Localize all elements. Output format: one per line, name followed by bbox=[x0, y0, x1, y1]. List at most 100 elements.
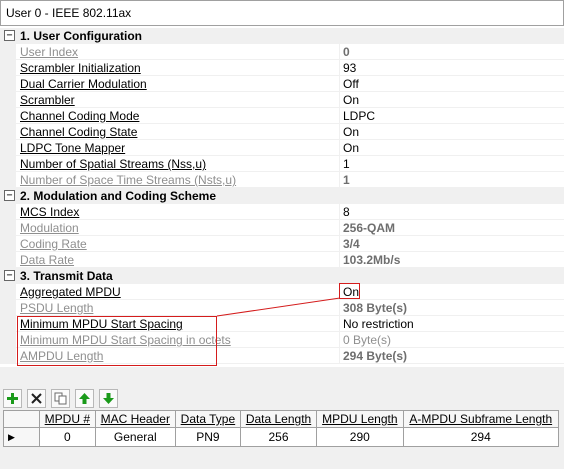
row-gutter bbox=[0, 44, 16, 60]
property-row[interactable]: Modulation 256-QAM bbox=[0, 220, 564, 236]
property-row[interactable]: Number of Space Time Streams (Nsts,u) 1 bbox=[0, 172, 564, 188]
cell-mpdu-number[interactable]: 0 bbox=[39, 427, 96, 447]
column-divider bbox=[339, 316, 340, 332]
property-row[interactable]: Channel Coding Mode LDPC bbox=[0, 108, 564, 124]
row-selector-arrow-icon[interactable]: ▶ bbox=[3, 427, 40, 447]
window-title-bar: User 0 - IEEE 802.11ax bbox=[0, 0, 564, 26]
copy-icon bbox=[54, 392, 67, 405]
property-value: 294 Byte(s) bbox=[343, 349, 408, 363]
add-mpdu-button[interactable] bbox=[3, 389, 22, 408]
column-header-mpdu-length[interactable]: MPDU Length bbox=[316, 410, 404, 428]
property-value[interactable]: On bbox=[343, 141, 359, 155]
cell-mac-header[interactable]: General bbox=[94, 427, 176, 447]
row-gutter bbox=[0, 204, 16, 220]
property-name: Channel Coding Mode bbox=[20, 109, 140, 123]
row-gutter bbox=[0, 108, 16, 124]
property-row[interactable]: Dual Carrier Modulation Off bbox=[0, 76, 564, 92]
property-name: Dual Carrier Modulation bbox=[20, 77, 147, 91]
row-gutter bbox=[0, 284, 16, 300]
property-name: LDPC Tone Mapper bbox=[20, 141, 126, 155]
copy-mpdu-button[interactable] bbox=[51, 389, 70, 408]
property-value[interactable]: 93 bbox=[343, 61, 356, 75]
property-row[interactable]: LDPC Tone Mapper On bbox=[0, 140, 564, 156]
property-row[interactable]: PSDU Length 308 Byte(s) bbox=[0, 300, 564, 316]
column-header-mpdu-number[interactable]: MPDU # bbox=[39, 410, 96, 428]
category-label: 1. User Configuration bbox=[20, 29, 143, 43]
property-row[interactable]: Scrambler On bbox=[0, 92, 564, 108]
column-divider bbox=[339, 172, 340, 188]
collapse-toggle-icon[interactable]: − bbox=[4, 190, 15, 201]
bottom-panel-background bbox=[0, 452, 564, 469]
property-row[interactable]: MCS Index 8 bbox=[0, 204, 564, 220]
column-divider bbox=[339, 108, 340, 124]
table-header-row: MPDU # MAC Header Data Type Data Length … bbox=[3, 410, 560, 428]
property-name: Number of Spatial Streams (Nss,u) bbox=[20, 157, 207, 171]
property-name: Minimum MPDU Start Spacing bbox=[20, 317, 183, 331]
property-value[interactable]: On bbox=[343, 93, 359, 107]
column-header-data-length[interactable]: Data Length bbox=[239, 410, 318, 428]
property-row[interactable]: Data Rate 103.2Mb/s bbox=[0, 252, 564, 268]
property-row[interactable]: Channel Coding State On bbox=[0, 124, 564, 140]
row-gutter bbox=[0, 332, 16, 348]
cell-mpdu-length[interactable]: 290 bbox=[316, 427, 404, 447]
property-row[interactable]: Coding Rate 3/4 bbox=[0, 236, 564, 252]
move-down-button[interactable] bbox=[99, 389, 118, 408]
property-name: MCS Index bbox=[20, 205, 80, 219]
category-header[interactable]: −3. Transmit Data bbox=[0, 268, 564, 284]
collapse-toggle-icon[interactable]: − bbox=[4, 270, 15, 281]
property-value[interactable]: 1 bbox=[343, 157, 350, 171]
property-value: 0 Byte(s) bbox=[343, 333, 392, 347]
property-row[interactable]: User Index 0 bbox=[0, 44, 564, 60]
category-header[interactable]: −2. Modulation and Coding Scheme bbox=[0, 188, 564, 204]
property-name: User Index bbox=[20, 45, 79, 59]
property-row[interactable]: Aggregated MPDU On bbox=[0, 284, 564, 300]
property-value: 103.2Mb/s bbox=[343, 253, 401, 267]
column-header-ampdu-subframe-length[interactable]: A-MPDU Subframe Length bbox=[402, 410, 560, 428]
property-row[interactable]: Number of Spatial Streams (Nss,u) 1 bbox=[0, 156, 564, 172]
column-divider bbox=[339, 204, 340, 220]
property-grid[interactable]: −1. User Configuration User Index 0 Scrambl… bbox=[0, 26, 564, 367]
category-header[interactable]: −1. User Configuration bbox=[0, 28, 564, 44]
property-value[interactable]: No restriction bbox=[343, 317, 414, 331]
row-gutter bbox=[0, 252, 16, 268]
property-row[interactable]: AMPDU Length 294 Byte(s) bbox=[0, 348, 564, 364]
column-header-mac-header[interactable]: MAC Header bbox=[94, 410, 176, 428]
move-up-button[interactable] bbox=[75, 389, 94, 408]
row-gutter bbox=[0, 76, 16, 92]
cell-data-type[interactable]: PN9 bbox=[174, 427, 241, 447]
row-gutter bbox=[0, 300, 16, 316]
property-name: Modulation bbox=[20, 221, 79, 235]
row-gutter bbox=[0, 140, 16, 156]
column-divider bbox=[339, 348, 340, 364]
column-divider bbox=[339, 236, 340, 252]
cell-ampdu-subframe-length[interactable]: 294 bbox=[402, 427, 560, 447]
row-gutter bbox=[0, 124, 16, 140]
category-label: 3. Transmit Data bbox=[20, 269, 113, 283]
column-divider bbox=[339, 140, 340, 156]
property-name: PSDU Length bbox=[20, 301, 94, 315]
row-gutter bbox=[0, 92, 16, 108]
property-row[interactable]: Minimum MPDU Start Spacing in octets 0 By… bbox=[0, 332, 564, 348]
property-value[interactable]: On bbox=[343, 125, 359, 139]
table-row[interactable]: ▶ 0 General PN9 256 290 294 bbox=[3, 427, 560, 447]
property-value: 0 bbox=[343, 45, 350, 59]
row-gutter bbox=[0, 156, 16, 172]
collapse-toggle-icon[interactable]: − bbox=[4, 30, 15, 41]
delete-mpdu-button[interactable] bbox=[27, 389, 46, 408]
property-value[interactable]: 8 bbox=[343, 205, 350, 219]
property-value[interactable]: Off bbox=[343, 77, 359, 91]
column-divider bbox=[339, 156, 340, 172]
property-value[interactable]: On bbox=[343, 285, 359, 299]
cell-data-length[interactable]: 256 bbox=[239, 427, 318, 447]
row-gutter bbox=[0, 220, 16, 236]
property-name: AMPDU Length bbox=[20, 349, 104, 363]
row-gutter bbox=[0, 236, 16, 252]
column-header-data-type[interactable]: Data Type bbox=[174, 410, 241, 428]
property-row[interactable]: Scrambler Initialization 93 bbox=[0, 60, 564, 76]
property-value[interactable]: LDPC bbox=[343, 109, 375, 123]
property-name: Aggregated MPDU bbox=[20, 285, 121, 299]
property-row[interactable]: Minimum MPDU Start Spacing No restriction bbox=[0, 316, 564, 332]
property-value: 3/4 bbox=[343, 237, 360, 251]
column-divider bbox=[339, 76, 340, 92]
property-value: 256-QAM bbox=[343, 221, 396, 235]
